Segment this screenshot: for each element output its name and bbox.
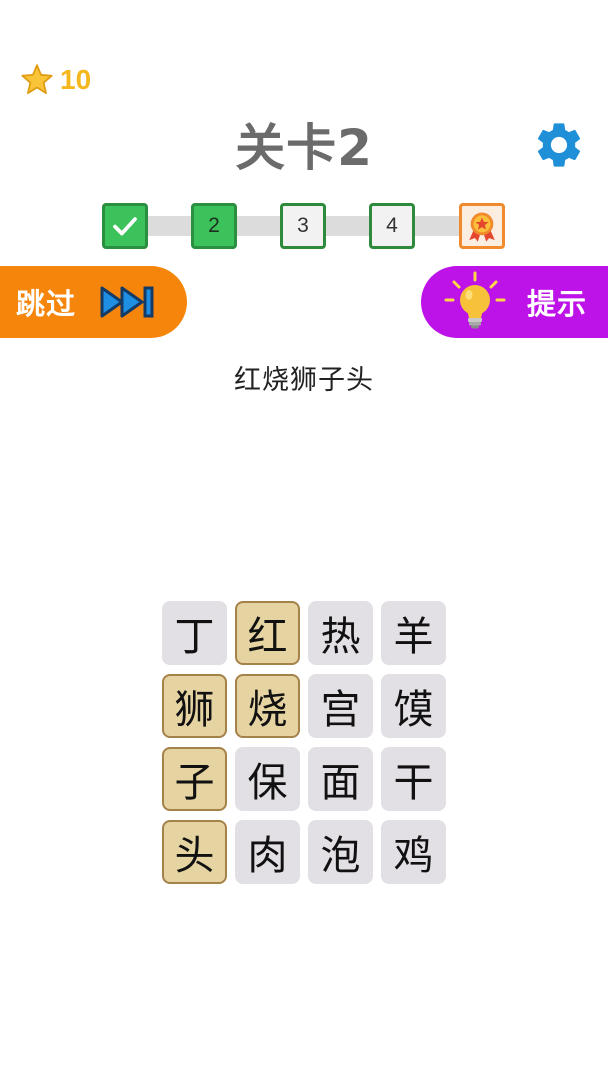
checkmark-icon [113, 217, 137, 236]
progress-step-3: 3 [280, 203, 326, 249]
character-tile-selected[interactable]: 烧 [235, 674, 300, 738]
progress-step-2: 2 [191, 203, 237, 249]
lightbulb-icon [444, 271, 506, 329]
character-tile[interactable]: 宫 [308, 674, 373, 738]
progress-step-1 [102, 203, 148, 249]
character-tile[interactable]: 羊 [381, 601, 446, 665]
progress-step-label: 2 [208, 214, 220, 237]
hint-button-label: 提示 [527, 287, 588, 321]
character-tile-selected[interactable]: 狮 [162, 674, 227, 738]
skip-button-label: 跳过 [16, 287, 77, 321]
star-icon [21, 64, 53, 95]
star-count: 10 [60, 64, 92, 95]
character-tile-selected[interactable]: 红 [235, 601, 300, 665]
character-tile[interactable]: 泡 [308, 820, 373, 884]
character-tile[interactable]: 面 [308, 747, 373, 811]
character-tile-selected[interactable]: 头 [162, 820, 227, 884]
character-grid: 丁红热羊狮烧宫馍子保面干头肉泡鸡 [162, 601, 446, 884]
character-tile[interactable]: 热 [308, 601, 373, 665]
progress-step-label: 4 [386, 214, 398, 237]
gear-icon[interactable] [532, 118, 586, 172]
target-word: 红烧狮子头 [234, 365, 374, 396]
level-title: 关卡2 [235, 119, 373, 177]
progress-step-label: 3 [297, 214, 309, 237]
character-tile[interactable]: 干 [381, 747, 446, 811]
character-tile-selected[interactable]: 子 [162, 747, 227, 811]
character-tile[interactable]: 丁 [162, 601, 227, 665]
medal-icon [469, 212, 495, 242]
star-counter: 10 [20, 60, 91, 100]
character-tile[interactable]: 馍 [381, 674, 446, 738]
character-tile[interactable]: 肉 [235, 820, 300, 884]
character-tile[interactable]: 保 [235, 747, 300, 811]
fast-forward-icon [100, 286, 154, 318]
skip-button[interactable]: 跳过 [0, 266, 187, 338]
character-tile[interactable]: 鸡 [381, 820, 446, 884]
hint-button[interactable]: 提示 [421, 266, 608, 338]
progress-step-reward [459, 203, 505, 249]
progress-step-4: 4 [369, 203, 415, 249]
